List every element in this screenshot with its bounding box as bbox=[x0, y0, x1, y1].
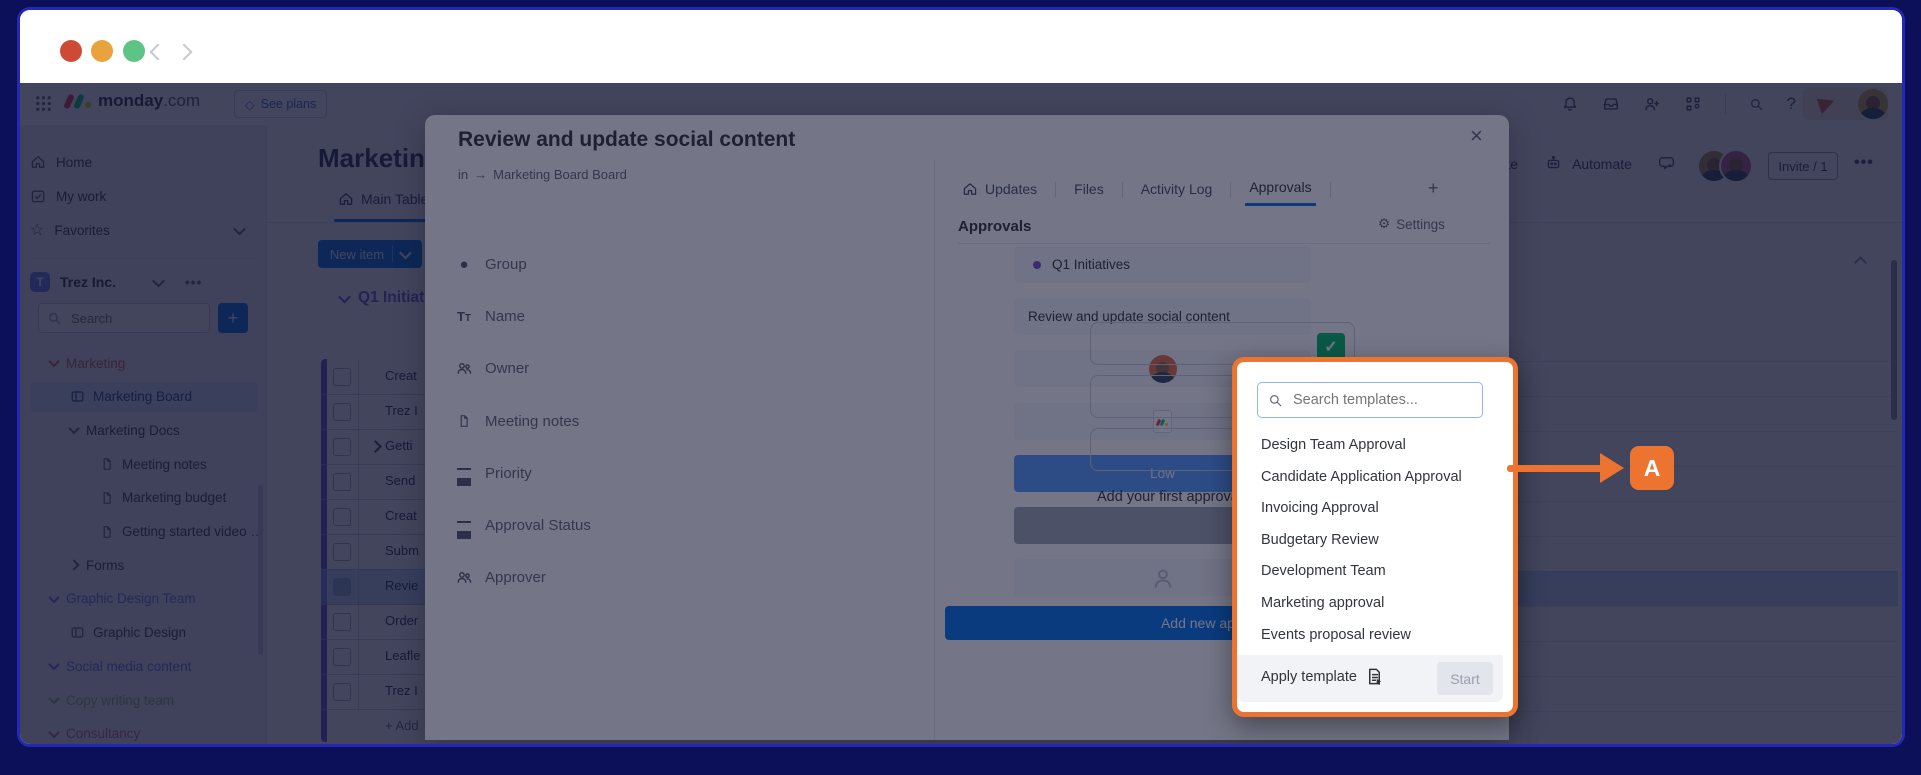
apply-template-button[interactable]: Apply template bbox=[1261, 669, 1357, 685]
apply-template-icon[interactable] bbox=[1365, 667, 1384, 686]
zoom-window-button[interactable] bbox=[123, 40, 145, 62]
template-search[interactable] bbox=[1257, 382, 1483, 418]
annotation-label: A bbox=[1644, 455, 1661, 482]
template-option[interactable]: Invoicing Approval bbox=[1261, 496, 1379, 520]
search-icon bbox=[1268, 393, 1283, 408]
template-option[interactable]: Development Team bbox=[1261, 559, 1386, 583]
template-option[interactable]: Candidate Application Approval bbox=[1261, 465, 1462, 489]
template-option[interactable]: Budgetary Review bbox=[1261, 528, 1379, 552]
window-titlebar bbox=[20, 10, 1902, 84]
close-window-button[interactable] bbox=[60, 40, 82, 62]
spotlight-overlay bbox=[20, 83, 1902, 744]
template-dropdown: Design Team Approval Candidate Applicatio… bbox=[1232, 357, 1518, 717]
start-label: Start bbox=[1450, 671, 1480, 687]
template-option-label: Development Team bbox=[1261, 563, 1386, 579]
template-option-label: Marketing approval bbox=[1261, 595, 1384, 611]
template-option-label: Design Team Approval bbox=[1261, 437, 1406, 453]
browser-forward-icon[interactable] bbox=[176, 44, 193, 61]
template-option[interactable]: Events proposal review bbox=[1261, 623, 1411, 647]
start-button[interactable]: Start bbox=[1437, 662, 1493, 695]
template-option[interactable]: Marketing approval bbox=[1261, 591, 1384, 615]
template-option-label: Candidate Application Approval bbox=[1261, 469, 1462, 485]
minimize-window-button[interactable] bbox=[91, 40, 113, 62]
template-search-input[interactable] bbox=[1291, 391, 1465, 409]
annotation-badge: A bbox=[1630, 446, 1674, 490]
annotation-arrow bbox=[1507, 465, 1603, 472]
template-option-label: Budgetary Review bbox=[1261, 532, 1379, 548]
template-option-label: Events proposal review bbox=[1261, 627, 1411, 643]
template-option[interactable]: Design Team Approval bbox=[1261, 433, 1406, 457]
dropdown-footer: Apply template Start bbox=[1237, 655, 1503, 702]
template-option-label: Invoicing Approval bbox=[1261, 500, 1379, 516]
screen: { "colors": { "accent_blue": "#0073ea", … bbox=[0, 0, 1921, 775]
app-window: monday .com ◇ See plans ? HomeMy work☆Fa… bbox=[20, 10, 1902, 744]
annotation-arrow-head bbox=[1600, 453, 1624, 483]
browser-back-icon[interactable] bbox=[150, 44, 167, 61]
